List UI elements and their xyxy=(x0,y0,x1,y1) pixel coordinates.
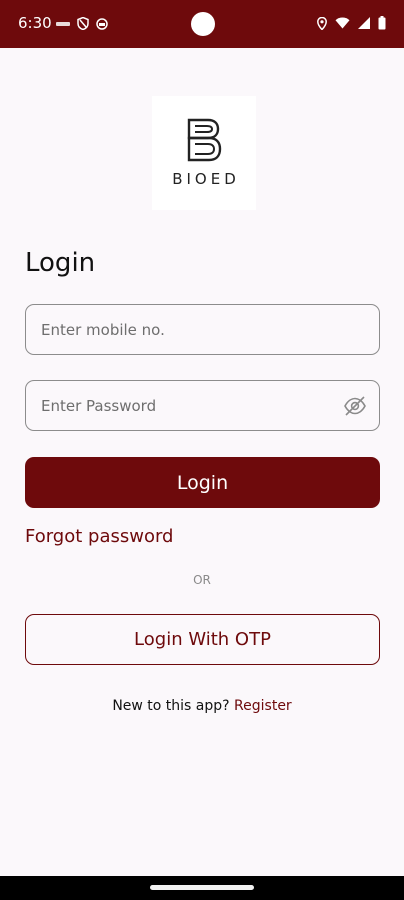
page-title: Login xyxy=(25,248,96,278)
forgot-password-link[interactable]: Forgot password xyxy=(25,526,173,547)
logo-b-icon xyxy=(187,118,222,162)
camera-cutout xyxy=(191,12,215,36)
password-input[interactable] xyxy=(26,381,379,430)
status-icons-left xyxy=(56,17,108,30)
password-field[interactable] xyxy=(25,380,380,431)
register-link[interactable]: Register xyxy=(234,698,292,714)
login-screen: 6:30 BIOED Login Enter mobile no. Login … xyxy=(0,0,404,900)
status-icons-right xyxy=(317,16,386,30)
home-indicator[interactable] xyxy=(150,885,254,890)
or-divider: OR xyxy=(193,573,211,587)
data-icon xyxy=(56,21,70,26)
logo-text: BIOED xyxy=(172,170,240,188)
system-nav-bar xyxy=(0,876,404,900)
login-button[interactable]: Login xyxy=(25,457,380,508)
battery-icon xyxy=(378,16,386,30)
mobile-input[interactable] xyxy=(26,305,379,354)
login-with-otp-button[interactable]: Login With OTP xyxy=(25,614,380,665)
register-prompt-line: New to this app? Register xyxy=(0,698,404,714)
wifi-icon xyxy=(335,17,350,29)
signal-icon xyxy=(358,17,370,29)
status-bar: 6:30 xyxy=(0,0,404,48)
location-icon xyxy=(317,16,327,30)
eye-off-icon[interactable] xyxy=(343,395,367,417)
status-time: 6:30 xyxy=(18,14,52,32)
sim-icon xyxy=(96,17,108,30)
register-prompt: New to this app? xyxy=(112,698,230,714)
mobile-field[interactable] xyxy=(25,304,380,355)
brand-logo: BIOED xyxy=(152,96,256,210)
shield-icon xyxy=(77,17,89,30)
